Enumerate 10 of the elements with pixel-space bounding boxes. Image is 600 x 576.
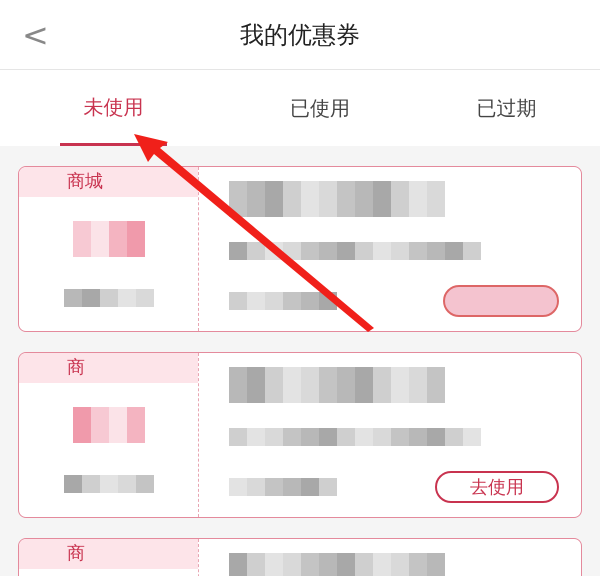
pixelated-area xyxy=(72,221,144,257)
coupon-tag: 商 xyxy=(19,353,198,383)
coupon-tag: 商城 xyxy=(19,167,198,197)
back-button[interactable]: < xyxy=(22,18,49,50)
use-coupon-button[interactable]: 去使用 xyxy=(435,471,559,503)
tab[interactable]: 已过期 xyxy=(453,70,560,146)
page-title: 我的优惠券 xyxy=(240,20,360,50)
coupon-tag: 商 xyxy=(19,539,198,569)
tab[interactable]: 已使用 xyxy=(266,70,374,146)
pixelated-area xyxy=(72,407,144,443)
